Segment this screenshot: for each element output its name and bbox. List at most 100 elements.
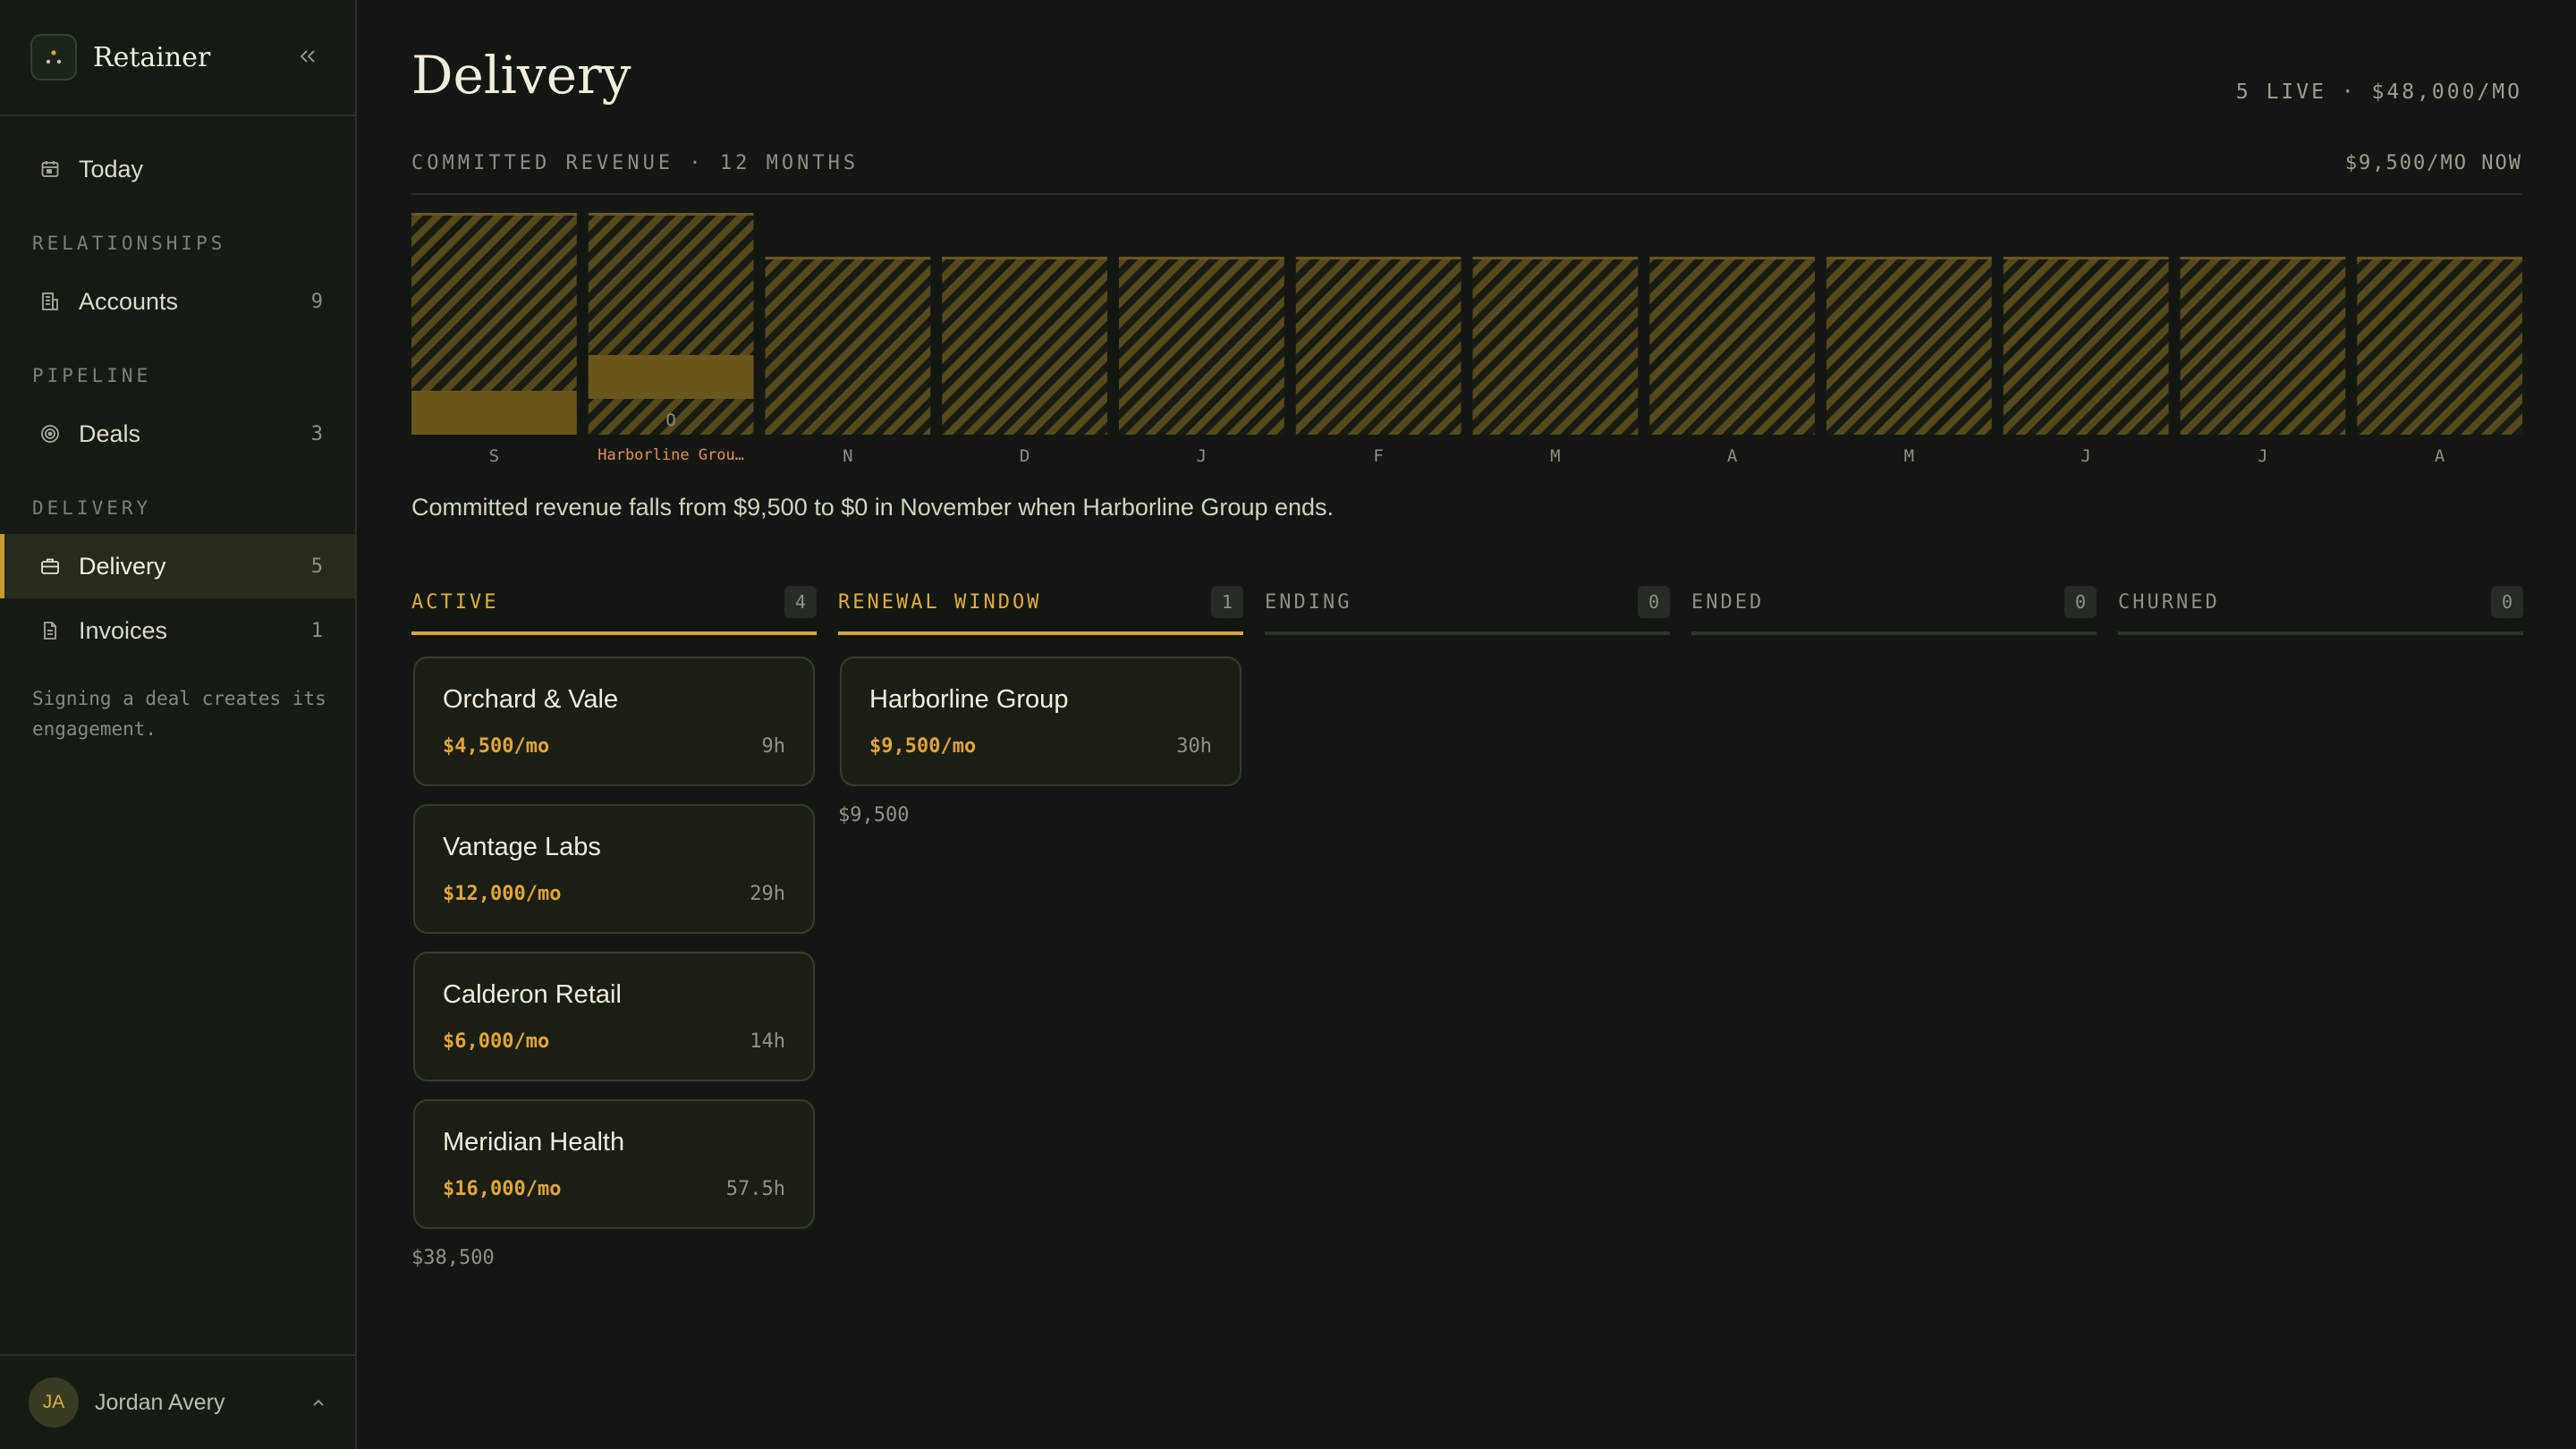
committed-total-bar bbox=[942, 257, 1107, 435]
live-summary: 5 LIVE · $48,000/MO bbox=[2235, 80, 2522, 104]
target-icon bbox=[38, 421, 63, 446]
engagement-hours: 14h bbox=[750, 1030, 785, 1053]
engagement-card[interactable]: Harborline Group $9,500/mo 30h bbox=[840, 657, 1241, 786]
building-icon bbox=[38, 289, 63, 314]
sidebar-item-accounts[interactable]: Accounts 9 bbox=[0, 269, 355, 334]
section-label-relationships: RELATIONSHIPS bbox=[32, 233, 226, 254]
bar-top-edge bbox=[765, 257, 931, 260]
committed-total-bar bbox=[1826, 257, 1992, 435]
bar-top-edge bbox=[588, 213, 754, 216]
committed-total-bar bbox=[1472, 257, 1639, 435]
engagement-name: Meridian Health bbox=[443, 1128, 625, 1157]
user-name: Jordan Avery bbox=[95, 1389, 225, 1415]
chevrons-left-icon bbox=[300, 50, 315, 63]
bar-top-edge bbox=[2180, 257, 2346, 260]
x-tick-label: J bbox=[1197, 446, 1207, 466]
engagement-name: Vantage Labs bbox=[443, 833, 601, 861]
lane-title: ACTIVE bbox=[411, 590, 499, 614]
x-tick-label: J bbox=[2258, 446, 2267, 466]
committed-total-bar bbox=[1649, 257, 1815, 435]
chart-note: Committed revenue falls from $9,500 to $… bbox=[411, 494, 1335, 521]
lane-total: $9,500 bbox=[838, 804, 910, 826]
lane-header[interactable]: CHURNED 0 bbox=[2118, 572, 2523, 635]
lane-title: RENEWAL WINDOW bbox=[838, 590, 1042, 614]
current-revenue: $9,500/MO NOW bbox=[2344, 152, 2522, 174]
lane-header[interactable]: ENDING 0 bbox=[1265, 572, 1670, 635]
sidebar-item-delivery[interactable]: Delivery 5 bbox=[0, 534, 355, 598]
x-tick-label: F bbox=[1373, 446, 1383, 466]
engagement-rate: $12,000/mo bbox=[443, 883, 562, 905]
lane-header[interactable]: ENDED 0 bbox=[1691, 572, 2097, 635]
lane-count-badge: 1 bbox=[1211, 586, 1243, 618]
lane-title: ENDED bbox=[1691, 590, 1765, 614]
section-label-pipeline: PIPELINE bbox=[32, 365, 152, 386]
x-tick-label: M bbox=[1550, 446, 1560, 466]
committed-revenue-chart: S O Harborline Grou… N D J F M A M J J A bbox=[411, 213, 2522, 466]
page-title: Delivery bbox=[411, 45, 631, 106]
document-icon bbox=[38, 618, 63, 643]
x-tick-label: S bbox=[489, 446, 499, 466]
x-tick-label: D bbox=[1020, 446, 1030, 466]
brand-header: Retainer bbox=[0, 0, 355, 116]
bar-top-edge bbox=[2003, 257, 2169, 260]
sidebar-item-label: Invoices bbox=[79, 616, 168, 644]
engagement-name: Harborline Group bbox=[869, 685, 1069, 714]
x-tick-label: J bbox=[2080, 446, 2090, 466]
lane-total: $38,500 bbox=[411, 1247, 495, 1269]
chart-title: COMMITTED REVENUE · 12 MONTHS bbox=[411, 152, 860, 174]
engagement-hours: 29h bbox=[750, 883, 785, 905]
briefcase-icon bbox=[38, 554, 63, 579]
committed-total-bar bbox=[1295, 257, 1462, 435]
engagement-hours: 30h bbox=[1176, 735, 1212, 758]
engagement-rate: $4,500/mo bbox=[443, 735, 550, 758]
lane-ended: ENDED 0 bbox=[1691, 572, 2097, 635]
engagement-card[interactable]: Vantage Labs $12,000/mo 29h bbox=[413, 804, 815, 934]
x-tick-label: M bbox=[1904, 446, 1914, 466]
main-content: Delivery 5 LIVE · $48,000/MO COMMITTED R… bbox=[411, 0, 2523, 1449]
sidebar-item-today[interactable]: Today bbox=[0, 137, 355, 201]
engagement-hours: 9h bbox=[761, 735, 786, 758]
bar-top-edge bbox=[411, 213, 577, 216]
chevron-up-icon bbox=[313, 1399, 324, 1406]
committed-total-bar bbox=[2357, 257, 2522, 435]
sidebar-item-label: Deals bbox=[79, 419, 141, 447]
collapse-sidebar-button[interactable] bbox=[292, 41, 323, 72]
lane-header[interactable]: RENEWAL WINDOW 1 bbox=[838, 572, 1243, 635]
lane-title: ENDING bbox=[1265, 590, 1352, 614]
lane-count-badge: 0 bbox=[1638, 586, 1670, 618]
sidebar-item-invoices[interactable]: Invoices 1 bbox=[0, 598, 355, 663]
sidebar-item-label: Delivery bbox=[79, 552, 166, 580]
x-tick-label: N bbox=[843, 446, 852, 466]
bar-top-edge bbox=[1295, 257, 1462, 260]
app-name: Retainer bbox=[93, 41, 211, 73]
committed-total-bar bbox=[2003, 257, 2169, 435]
sidebar-item-count: 3 bbox=[310, 422, 323, 445]
renewal-revenue-bar bbox=[411, 390, 577, 435]
bar-top-edge bbox=[1826, 257, 1992, 260]
renewal-revenue-bar bbox=[588, 354, 754, 399]
engagement-card[interactable]: Meridian Health $16,000/mo 57.5h bbox=[413, 1099, 815, 1229]
lane-churned: CHURNED 0 bbox=[2118, 572, 2523, 635]
engagement-hours: 57.5h bbox=[725, 1178, 785, 1200]
lane-header[interactable]: ACTIVE 4 bbox=[411, 572, 817, 635]
retainer-logo-icon bbox=[30, 34, 77, 80]
committed-total-bar bbox=[1119, 257, 1284, 435]
engagement-rate: $16,000/mo bbox=[443, 1178, 562, 1200]
engagement-card[interactable]: Orchard & Vale $4,500/mo 9h bbox=[413, 657, 815, 786]
user-menu[interactable]: JA Jordan Avery bbox=[0, 1354, 355, 1449]
lane-active: ACTIVE 4 Orchard & Vale $4,500/mo 9h Vantage … bbox=[411, 572, 817, 1269]
bar-top-edge bbox=[1649, 257, 1815, 260]
engagement-name: Orchard & Vale bbox=[443, 685, 619, 714]
lane-count-badge: 0 bbox=[2491, 586, 2523, 618]
sidebar-item-label: Accounts bbox=[79, 287, 179, 315]
sidebar-item-deals[interactable]: Deals 3 bbox=[0, 402, 355, 466]
chart-annotation: Harborline Grou… bbox=[597, 446, 744, 464]
lane-count-badge: 4 bbox=[784, 586, 817, 618]
chart-header: COMMITTED REVENUE · 12 MONTHS $9,500/MO … bbox=[411, 152, 2522, 195]
lane-ending: ENDING 0 bbox=[1265, 572, 1670, 635]
sidebar-item-label: Today bbox=[79, 155, 144, 182]
calendar-icon bbox=[38, 157, 63, 182]
committed-total-bar bbox=[588, 213, 754, 435]
lane-title: CHURNED bbox=[2118, 590, 2220, 614]
engagement-card[interactable]: Calderon Retail $6,000/mo 14h bbox=[413, 952, 815, 1081]
